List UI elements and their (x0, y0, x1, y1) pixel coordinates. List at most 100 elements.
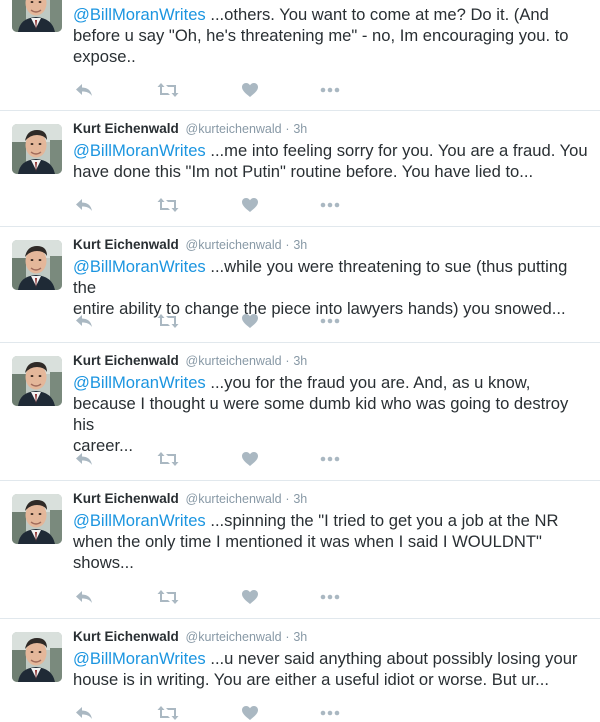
tweet-text: @BillMoranWrites ...me into feeling sorr… (73, 140, 593, 182)
more-button[interactable] (319, 312, 341, 330)
reply-button[interactable] (73, 312, 95, 330)
mention-link[interactable]: @BillMoranWrites (73, 649, 206, 668)
retweet-button[interactable] (157, 196, 179, 214)
more-icon (320, 710, 340, 716)
tweet-text-line: when the only time I mentioned it was wh… (73, 532, 542, 551)
reply-icon (76, 84, 92, 96)
like-button[interactable] (239, 196, 261, 214)
tweet-text: @BillMoranWrites ...others. You want to … (73, 4, 593, 67)
tweet-actions (73, 81, 373, 99)
tweet-actions (73, 312, 373, 330)
tweet-text-line: ...you for the fraud you are. And, as u … (205, 373, 531, 392)
avatar[interactable] (12, 356, 62, 406)
author-name[interactable]: Kurt Eichenwald (73, 121, 179, 136)
tweet-text-line: have done this "Im not Putin" routine be… (73, 162, 534, 181)
more-icon (320, 318, 340, 324)
author-handle[interactable]: @kurteichenwald (186, 492, 282, 506)
avatar[interactable] (12, 632, 62, 682)
retweet-icon (157, 198, 179, 212)
avatar[interactable] (12, 494, 62, 544)
avatar[interactable] (12, 240, 62, 290)
tweet-text: @BillMoranWrites ...while you were threa… (73, 256, 593, 319)
avatar[interactable] (12, 0, 62, 32)
tweet-text-line: before u say "Oh, he's threatening me" -… (73, 26, 569, 45)
like-button[interactable] (239, 81, 261, 99)
tweet-text-line: because I thought u were some dumb kid w… (73, 394, 569, 434)
meta-separator: · (285, 492, 290, 506)
retweet-button[interactable] (157, 588, 179, 606)
heart-icon (242, 590, 258, 604)
more-icon (320, 456, 340, 462)
retweet-icon (157, 590, 179, 604)
more-button[interactable] (319, 704, 341, 722)
tweet[interactable]: Kurt Eichenwald @kurteichenwald · 3h @Bi… (0, 481, 600, 619)
tweet-text-line: ...u never said anything about possibly … (205, 649, 578, 668)
meta-separator: · (285, 630, 290, 644)
avatar[interactable] (12, 124, 62, 174)
author-name[interactable]: Kurt Eichenwald (73, 629, 179, 644)
tweet-timestamp[interactable]: 3h (293, 492, 307, 506)
tweet-timestamp[interactable]: 3h (293, 122, 307, 136)
author-handle[interactable]: @kurteichenwald (186, 354, 282, 368)
more-icon (320, 594, 340, 600)
author-handle[interactable]: @kurteichenwald (186, 122, 282, 136)
avatar-image (12, 240, 62, 290)
retweet-icon (157, 706, 179, 720)
reply-icon (76, 707, 92, 719)
more-icon (320, 202, 340, 208)
tweet[interactable]: Kurt Eichenwald @kurteichenwald · 3h @Bi… (0, 111, 600, 227)
tweet[interactable]: Kurt Eichenwald @kurteichenwald · 3h @Bi… (0, 619, 600, 720)
author-name[interactable]: Kurt Eichenwald (73, 491, 179, 506)
tweet-timestamp[interactable]: 3h (293, 354, 307, 368)
tweet-actions (73, 450, 373, 468)
retweet-button[interactable] (157, 312, 179, 330)
author-handle[interactable]: @kurteichenwald (186, 630, 282, 644)
author-name[interactable]: Kurt Eichenwald (73, 237, 179, 252)
author-name[interactable]: Kurt Eichenwald (73, 353, 179, 368)
tweet-timestamp[interactable]: 3h (293, 630, 307, 644)
tweet-actions (73, 196, 373, 214)
more-button[interactable] (319, 196, 341, 214)
heart-icon (242, 314, 258, 328)
tweet-actions (73, 704, 373, 722)
reply-button[interactable] (73, 588, 95, 606)
more-button[interactable] (319, 450, 341, 468)
like-button[interactable] (239, 450, 261, 468)
reply-button[interactable] (73, 450, 95, 468)
mention-link[interactable]: @BillMoranWrites (73, 5, 206, 24)
avatar-image (12, 0, 62, 32)
tweet[interactable]: Kurt Eichenwald @kurteichenwald · 3h @Bi… (0, 343, 600, 481)
like-button[interactable] (239, 312, 261, 330)
more-button[interactable] (319, 81, 341, 99)
avatar-image (12, 356, 62, 406)
heart-icon (242, 198, 258, 212)
tweet-text-line: ...others. You want to come at me? Do it… (205, 5, 549, 24)
avatar-image (12, 632, 62, 682)
tweet[interactable]: @BillMoranWrites ...others. You want to … (0, 0, 600, 111)
heart-icon (242, 452, 258, 466)
more-button[interactable] (319, 588, 341, 606)
avatar-image (12, 124, 62, 174)
tweet-header: Kurt Eichenwald @kurteichenwald · 3h (73, 353, 307, 369)
like-button[interactable] (239, 588, 261, 606)
tweet[interactable]: Kurt Eichenwald @kurteichenwald · 3h @Bi… (0, 227, 600, 343)
mention-link[interactable]: @BillMoranWrites (73, 257, 206, 276)
mention-link[interactable]: @BillMoranWrites (73, 511, 206, 530)
like-button[interactable] (239, 704, 261, 722)
meta-separator: · (285, 238, 290, 252)
author-handle[interactable]: @kurteichenwald (186, 238, 282, 252)
mention-link[interactable]: @BillMoranWrites (73, 373, 206, 392)
retweet-button[interactable] (157, 81, 179, 99)
mention-link[interactable]: @BillMoranWrites (73, 141, 206, 160)
retweet-button[interactable] (157, 450, 179, 468)
retweet-button[interactable] (157, 704, 179, 722)
tweet-text-line: shows... (73, 553, 134, 572)
reply-button[interactable] (73, 196, 95, 214)
reply-button[interactable] (73, 81, 95, 99)
tweet-text-line: ...me into feeling sorry for you. You ar… (205, 141, 588, 160)
reply-button[interactable] (73, 704, 95, 722)
avatar-image (12, 494, 62, 544)
tweet-timestamp[interactable]: 3h (293, 238, 307, 252)
tweet-text-line: ...spinning the "I tried to get you a jo… (205, 511, 559, 530)
tweet-actions (73, 588, 373, 606)
